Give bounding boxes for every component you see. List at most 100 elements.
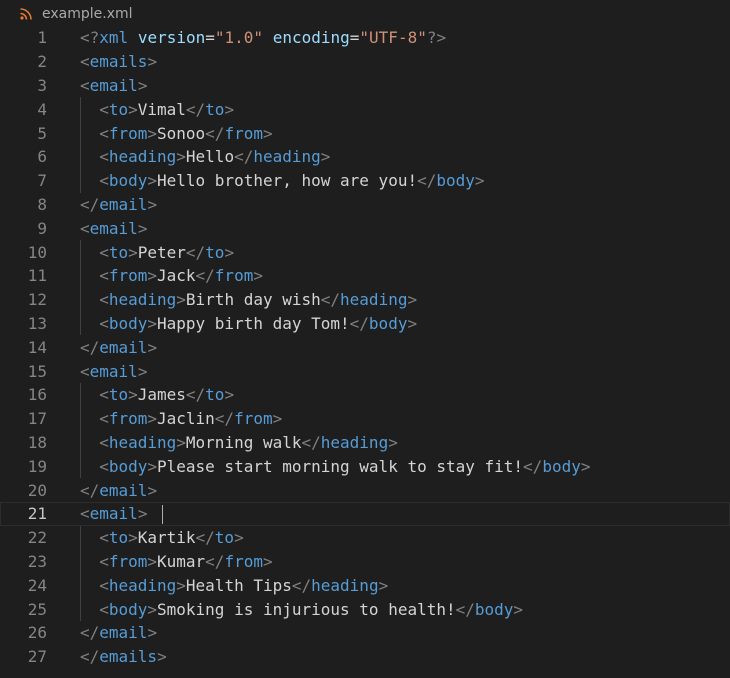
code-token: </ — [301, 432, 321, 452]
line-number: 3 — [37, 75, 47, 95]
code-token: > — [147, 266, 157, 286]
code-line-content: <body>Please start morning walk to stay … — [99, 457, 590, 476]
code-token: > — [137, 218, 148, 238]
code-line-content: <email> — [80, 76, 147, 95]
code-line[interactable]: 15 <email> — [0, 359, 730, 383]
code-line[interactable]: 22 <to>Kartik</to> — [0, 525, 730, 550]
code-token: heading — [108, 147, 177, 167]
code-token: to — [108, 528, 129, 548]
code-token: > — [513, 599, 524, 619]
line-number: 11 — [27, 266, 47, 286]
code-token: from — [108, 551, 148, 571]
code-line-content: <email> — [80, 219, 147, 238]
code-line[interactable]: 2 <emails> — [0, 50, 730, 74]
code-line[interactable]: 4 <to>Vimal</to> — [0, 97, 730, 122]
code-token: <? — [80, 28, 100, 48]
code-line[interactable]: 10 <to>Peter</to> — [0, 240, 730, 264]
code-line[interactable]: 11 <from>Jack</from> — [0, 263, 730, 288]
code-token: email — [99, 623, 148, 643]
code-token: body — [108, 171, 148, 191]
code-token: body — [474, 599, 514, 619]
code-line[interactable]: 13 <body>Happy birth day Tom!</body> — [0, 311, 730, 336]
code-line[interactable]: 20 </email> — [0, 478, 730, 502]
code-token: body — [436, 171, 475, 191]
code-line-content: <heading>Morning walk</heading> — [99, 433, 398, 452]
code-token: body — [542, 456, 581, 476]
code-line[interactable]: 23 <from>Kumar</from> — [0, 549, 730, 574]
code-token: < — [80, 75, 90, 95]
code-line[interactable]: 16 <to>James</to> — [0, 382, 730, 407]
code-token: to — [205, 99, 225, 119]
code-token: > — [580, 456, 591, 476]
code-token: < — [99, 313, 109, 333]
code-token: < — [99, 123, 109, 143]
code-token: > — [128, 99, 138, 119]
indent-guide — [80, 263, 81, 288]
code-token: heading — [108, 290, 177, 310]
code-token: version — [137, 28, 206, 48]
code-line[interactable]: 12 <heading>Birth day wish</heading> — [0, 287, 730, 312]
code-editor[interactable]: example.xml 1 <?xml version="1.0" encodin… — [0, 0, 730, 678]
indent-guide — [80, 573, 81, 598]
code-token: > — [128, 385, 138, 405]
code-line[interactable]: 19 <body>Please start morning walk to sta… — [0, 454, 730, 479]
code-line-content: <heading>Health Tips</heading> — [99, 576, 388, 595]
code-line[interactable]: 14 </email> — [0, 335, 730, 359]
code-line-content: </email> — [80, 481, 157, 500]
code-token: </ — [185, 99, 206, 119]
code-token: > — [378, 575, 389, 595]
code-token: email — [89, 218, 138, 238]
breadcrumb[interactable]: example.xml — [0, 0, 730, 28]
code-token: > — [147, 337, 158, 357]
code-token: > — [176, 290, 186, 310]
code-line[interactable]: 5 <from>Sonoo</from> — [0, 121, 730, 145]
code-token: > — [147, 313, 157, 333]
code-line-content: <email> — [80, 362, 147, 381]
code-token: body — [368, 313, 408, 333]
code-token: Please start morning walk to stay fit! — [157, 456, 524, 476]
line-number: 10 — [27, 242, 47, 262]
indent-guide — [80, 97, 81, 122]
code-token: Kumar — [157, 551, 206, 571]
code-line[interactable]: 18 <heading>Morning walk</heading> — [0, 430, 730, 455]
code-line[interactable]: 26 </email> — [0, 621, 730, 645]
code-token: </ — [80, 647, 100, 667]
code-line[interactable]: 8 </email> — [0, 193, 730, 217]
code-token: Jaclin — [157, 409, 215, 429]
code-line[interactable]: 24 <heading>Health Tips</heading> — [0, 573, 730, 598]
code-area[interactable]: 1 <?xml version="1.0" encoding="UTF-8"?> 2… — [0, 26, 730, 669]
text-cursor — [162, 504, 164, 524]
code-token: Hello — [185, 147, 235, 167]
code-line-content: <from>Kumar</from> — [99, 552, 272, 571]
line-number: 16 — [27, 385, 47, 405]
code-token: > — [147, 623, 158, 643]
code-line[interactable]: 3 <email> — [0, 74, 730, 98]
code-token: > — [128, 528, 138, 548]
code-line[interactable]: 7 <body>Hello brother, how are you!</body… — [0, 168, 730, 193]
code-token: Jack — [157, 266, 196, 286]
code-token: heading — [108, 432, 177, 452]
code-line[interactable]: 6 <heading>Hello</heading> — [0, 144, 730, 169]
code-token: </ — [80, 194, 100, 214]
code-token: </ — [523, 456, 543, 476]
code-token: < — [99, 575, 109, 595]
code-token: Sonoo — [157, 123, 206, 143]
indent-guide — [80, 240, 81, 264]
line-number: 14 — [27, 337, 47, 357]
code-token: < — [80, 52, 90, 72]
indent-guide — [80, 406, 81, 431]
code-token: </ — [320, 290, 341, 310]
code-line-content: </emails> — [80, 647, 167, 666]
code-line[interactable]: 9 <email> — [0, 216, 730, 240]
code-token: Hello brother, how are you! — [157, 171, 418, 191]
code-token: James — [137, 385, 186, 405]
code-line[interactable]: 1 <?xml version="1.0" encoding="UTF-8"?> — [0, 26, 730, 50]
code-line[interactable]: 27 </emails> — [0, 645, 730, 669]
code-line[interactable]: 17 <from>Jaclin</from> — [0, 406, 730, 431]
rss-icon — [20, 8, 32, 20]
breadcrumb-filename[interactable]: example.xml — [42, 6, 133, 22]
code-line[interactable]: 21 <email> — [0, 501, 730, 526]
code-line[interactable]: 25 <body>Smoking is injurious to health!<… — [0, 597, 730, 621]
code-token: "UTF-8" — [359, 28, 427, 48]
